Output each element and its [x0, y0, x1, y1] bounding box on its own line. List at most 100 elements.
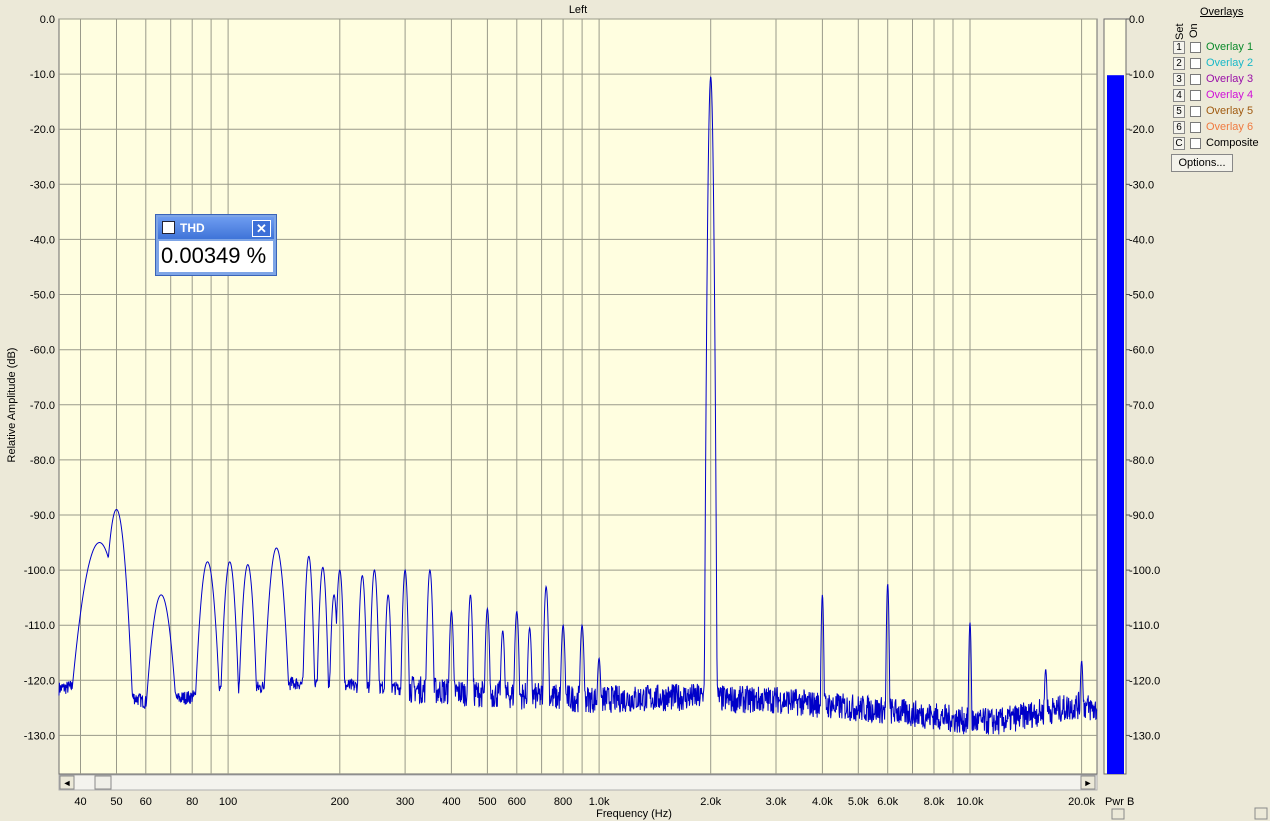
overlay-row: 5 Overlay 5 [1173, 105, 1269, 119]
resize-grip[interactable] [1254, 807, 1268, 820]
overlay-label: Overlay 5 [1206, 105, 1254, 117]
x-tick-label: 2.0k [700, 796, 721, 808]
x-tick-label: 40 [74, 796, 86, 808]
x-tick-label: 800 [554, 796, 572, 808]
y-tick-label: -80.0 [30, 455, 55, 467]
meter-tick-label: -100.0 [1129, 565, 1160, 577]
overlay-set-button[interactable]: 5 [1173, 105, 1185, 118]
overlay-checkbox[interactable] [1190, 138, 1201, 149]
overlay-label: Overlay 1 [1206, 41, 1254, 53]
options-button[interactable]: Options... [1171, 154, 1233, 172]
thd-title: THD [180, 221, 205, 235]
x-axis: 40 50 60 80 100 200 300 400 500 600 800 1.0k 2.0k 3.0… [74, 796, 1095, 808]
overlay-checkbox[interactable] [1190, 42, 1201, 53]
y-tick-label: -50.0 [30, 290, 55, 302]
overlay-row: 6 Overlay 6 [1173, 121, 1269, 135]
meter-tick-label: -40.0 [1129, 234, 1154, 246]
meter-tick-label: -30.0 [1129, 179, 1154, 191]
meter-tick-label: -130.0 [1129, 730, 1160, 742]
scroll-thumb[interactable] [94, 775, 112, 790]
y-tick-label: -40.0 [30, 234, 55, 246]
x-tick-label: 4.0k [812, 796, 833, 808]
x-tick-label: 100 [219, 796, 237, 808]
on-column-label: On [1188, 23, 1200, 38]
y-tick-label: -130.0 [24, 730, 55, 742]
meter-level-bar [1107, 75, 1124, 774]
chart-title: Left [569, 4, 587, 16]
overlay-set-button[interactable]: 4 [1173, 89, 1185, 102]
thd-value: 0.00349 % [159, 241, 273, 272]
meter-small-button[interactable] [1111, 808, 1125, 820]
x-tick-label: 80 [186, 796, 198, 808]
overlay-checkbox[interactable] [1190, 74, 1201, 85]
x-tick-label: 8.0k [924, 796, 945, 808]
overlay-checkbox[interactable] [1190, 106, 1201, 117]
overlay-checkbox[interactable] [1190, 90, 1201, 101]
plot-area [58, 18, 1098, 775]
overlay-label: Overlay 3 [1206, 73, 1254, 85]
x-tick-label: 20.0k [1068, 796, 1095, 808]
overlay-checkbox[interactable] [1190, 58, 1201, 69]
waveform-icon [162, 221, 175, 234]
y-axis-label: Relative Amplitude (dB) [6, 348, 18, 463]
close-button[interactable]: ✕ [252, 220, 271, 237]
spectrum-chart: 0.0 -10.0 -20.0 -30.0 -40.0 -50.0 -60.0 -70.0 -8… [6, 4, 1268, 820]
overlay-label: Overlay 4 [1206, 89, 1254, 101]
meter-tick-label: -10.0 [1129, 69, 1154, 81]
overlay-row: 3 Overlay 3 [1173, 73, 1269, 87]
y-tick-label: -30.0 [30, 179, 55, 191]
x-tick-label: 600 [508, 796, 526, 808]
x-tick-label: 10.0k [957, 796, 984, 808]
x-tick-label: 50 [110, 796, 122, 808]
x-tick-label: 3.0k [766, 796, 787, 808]
meter-tick-label: -50.0 [1129, 290, 1154, 302]
overlay-set-button[interactable]: C [1173, 137, 1185, 150]
meter-tick-label: -60.0 [1129, 345, 1154, 357]
thd-titlebar[interactable]: THD ✕ [158, 217, 274, 239]
x-tick-label: 200 [331, 796, 349, 808]
y-tick-label: -70.0 [30, 400, 55, 412]
overlay-row: 1 Overlay 1 [1173, 41, 1269, 55]
x-tick-label: 5.0k [848, 796, 869, 808]
y-tick-label: -100.0 [24, 565, 55, 577]
meter-scale: 0.0 -10.0 -20.0 -30.0 -40.0 -50.0 -60.0 -70.0 -8… [1126, 14, 1160, 742]
x-tick-label: 300 [396, 796, 414, 808]
x-axis-label: Frequency (Hz) [596, 808, 672, 820]
y-tick-label: -10.0 [30, 69, 55, 81]
thd-window[interactable]: THD ✕ 0.00349 % [155, 214, 277, 276]
y-tick-label: -120.0 [24, 675, 55, 687]
scroll-right-icon: ► [1084, 778, 1093, 788]
y-tick-label: -90.0 [30, 510, 55, 522]
x-tick-label: 400 [442, 796, 460, 808]
overlay-label: Composite [1206, 137, 1259, 149]
x-tick-label: 500 [478, 796, 496, 808]
overlay-label: Overlay 2 [1206, 57, 1254, 69]
overlays-heading: Overlays [1200, 6, 1244, 18]
meter-tick-label: -90.0 [1129, 510, 1154, 522]
y-tick-label: 0.0 [40, 14, 55, 26]
x-tick-label: 60 [140, 796, 152, 808]
set-column-label: Set [1174, 23, 1186, 40]
x-tick-label: 1.0k [589, 796, 610, 808]
y-tick-label: -60.0 [30, 345, 55, 357]
overlay-set-button[interactable]: 1 [1173, 41, 1185, 54]
overlay-label: Overlay 6 [1206, 121, 1254, 133]
overlay-checkbox[interactable] [1190, 122, 1201, 133]
overlay-row: 2 Overlay 2 [1173, 57, 1269, 71]
y-axis: 0.0 -10.0 -20.0 -30.0 -40.0 -50.0 -60.0 -70.0 -8… [24, 14, 55, 742]
horizontal-scrollbar[interactable]: ◄ ► [58, 774, 1098, 791]
meter-label: Pwr B [1105, 796, 1134, 808]
y-tick-label: -20.0 [30, 124, 55, 136]
y-tick-label: -110.0 [25, 620, 55, 632]
scroll-left-icon: ◄ [63, 778, 72, 788]
meter-tick-label: -70.0 [1129, 400, 1154, 412]
x-tick-label: 6.0k [877, 796, 898, 808]
overlay-set-button[interactable]: 6 [1173, 121, 1185, 134]
overlay-set-button[interactable]: 2 [1173, 57, 1185, 70]
overlays-panel: Overlays Set On 1 Overlay 1 2 Overlay 2 3 Ove… [1170, 0, 1270, 180]
meter-tick-label: -20.0 [1129, 124, 1154, 136]
meter-tick-label: -110.0 [1129, 620, 1159, 632]
meter-tick-label: -120.0 [1129, 675, 1160, 687]
overlay-row: C Composite [1173, 137, 1269, 151]
overlay-set-button[interactable]: 3 [1173, 73, 1185, 86]
